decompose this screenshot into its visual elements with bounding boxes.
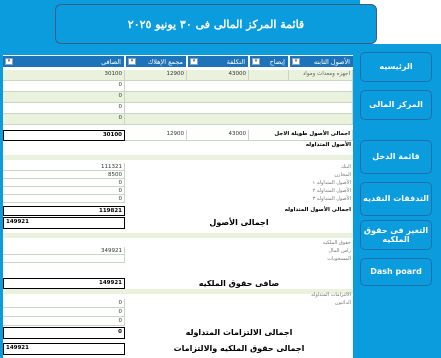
asset-header-label: الأصول الثابته: [313, 58, 350, 66]
dropdown-icon[interactable]: ▾: [128, 58, 136, 65]
table-row: 30100 12900 43000 اجهزه ومعدات ومواد: [3, 70, 353, 81]
list-item: 8500 المخازن: [3, 171, 353, 179]
long-term-acc-cell[interactable]: 12900: [125, 130, 187, 141]
page-title: قائمة المركز المالى فى ٣٠ يونيو ٢٠٢٥: [55, 4, 377, 44]
empty-cell[interactable]: [125, 81, 353, 92]
list-item: 0: [3, 308, 353, 317]
list-item: 0 الأصول المتداوله ٢: [3, 187, 353, 195]
section-band: [3, 233, 353, 238]
current-assets-heading: الأصول المتداوله: [305, 142, 351, 148]
current-total-row: 119821 اجمالى الأصول المتداوله: [3, 206, 353, 216]
grand-total-value[interactable]: 149921: [3, 343, 125, 355]
liability-value[interactable]: 0: [3, 299, 125, 308]
table-row: 0: [3, 81, 353, 92]
assets-total-value[interactable]: 149921: [3, 217, 125, 229]
grand-total-label: اجمالى حقوق الملكيه والالتزامات: [173, 344, 305, 353]
dropdown-icon[interactable]: ▾: [5, 58, 13, 65]
nav-cash-flow-button[interactable]: التدفقات النقديه: [360, 182, 432, 216]
equity-label: المسحوبات: [327, 256, 351, 262]
net-header[interactable]: الصافى ▾: [3, 56, 124, 67]
current-asset-label: المخازن: [334, 172, 351, 178]
current-assets-heading-row: الأصول المتداوله: [3, 141, 353, 150]
long-term-total-row: 30100 12900 43000 اجمالى الأصول طويلة ال…: [3, 130, 353, 141]
liability-value[interactable]: 0: [3, 317, 125, 326]
current-asset-value[interactable]: 0: [3, 187, 125, 195]
acc-dep-header[interactable]: مجمع الإهلاك ▾: [126, 56, 186, 67]
list-item: 111321 البنك: [3, 163, 353, 171]
liability-value[interactable]: 0: [3, 308, 125, 317]
header-row: الصافى ▾ مجمع الإهلاك ▾ التكلفة ▾ إيضاح …: [3, 55, 353, 68]
net-cell[interactable]: 30100: [3, 70, 125, 81]
empty-cell[interactable]: [125, 92, 353, 103]
assets-total-label: اجمالى الأصول: [209, 218, 269, 227]
assets-total-row: 149921 اجمالى الأصول: [3, 217, 353, 229]
equity-net-value[interactable]: 149921: [3, 278, 125, 289]
equity-net-label: صافى حقوق الملكيه: [198, 279, 280, 288]
current-total-value[interactable]: 119821: [3, 206, 125, 216]
nav-balance-sheet-button[interactable]: المركز المالى: [360, 90, 432, 120]
table-row: 0: [3, 103, 353, 114]
spreadsheet: الصافى ▾ مجمع الإهلاك ▾ التكلفة ▾ إيضاح …: [3, 55, 353, 358]
nav-equity-changes-button[interactable]: التغير فى حقوق الملكيه: [360, 220, 432, 250]
equity-heading-row: حقوق الملكيه: [3, 239, 353, 247]
current-total-label: اجمالى الأصول المتداوله: [284, 207, 351, 213]
liabilities-total-value[interactable]: 0: [3, 327, 125, 339]
list-item: 0: [3, 317, 353, 326]
list-item: المسحوبات: [3, 255, 353, 263]
long-term-total-label: اجمالى الأصول طويلة الاجل: [249, 130, 353, 141]
current-asset-label: الأصول المتداوله ٢: [312, 188, 351, 194]
equity-value[interactable]: [3, 255, 125, 263]
empty-cell[interactable]: [125, 103, 353, 114]
section-band: [3, 155, 353, 160]
current-asset-label: البنك: [340, 164, 351, 170]
asset-header[interactable]: الأصول الثابته ▾: [290, 56, 353, 67]
equity-value[interactable]: 349921: [3, 247, 125, 255]
list-item: 0 الأصول المتداوله ١: [3, 179, 353, 187]
net-cell[interactable]: 0: [3, 81, 125, 92]
grand-total-row: 149921 اجمالى حقوق الملكيه والالتزامات: [3, 343, 353, 355]
liabilities-total-row: 0 اجمالى الالتزامات المتداوله: [3, 327, 353, 339]
cost-header-label: التكلفة: [226, 58, 245, 66]
long-term-net-cell[interactable]: 30100: [3, 130, 125, 141]
list-item: 349921 راس المال: [3, 247, 353, 255]
long-term-cost-cell[interactable]: 43000: [187, 130, 249, 141]
note-header-label: إيضاح: [269, 58, 285, 66]
dropdown-icon[interactable]: ▾: [292, 58, 300, 65]
dropdown-icon[interactable]: ▾: [190, 58, 198, 65]
nav-home-button[interactable]: الرئيسيه: [360, 52, 432, 82]
liability-label: الدائنون: [334, 300, 351, 306]
asset-name-cell[interactable]: اجهزه ومعدات ومواد: [289, 70, 353, 81]
note-cell[interactable]: [249, 70, 289, 81]
net-cell[interactable]: 0: [3, 103, 125, 114]
list-item: 0 الدائنون: [3, 299, 353, 308]
current-asset-value[interactable]: 111321: [3, 163, 125, 171]
liabilities-total-label: اجمالى الالتزامات المتداوله: [185, 328, 293, 337]
current-asset-label: الأصول المتداوله ١: [312, 180, 351, 186]
current-asset-value[interactable]: 8500: [3, 171, 125, 179]
table-row: 0: [3, 92, 353, 103]
equity-heading: حقوق الملكيه: [322, 240, 351, 246]
net-cell[interactable]: 0: [3, 92, 125, 103]
liabilities-heading: الالتزامات المتداوله: [311, 292, 351, 298]
empty-cell[interactable]: [125, 114, 353, 125]
dropdown-icon[interactable]: ▾: [252, 58, 260, 65]
acc-cell[interactable]: 12900: [125, 70, 187, 81]
current-asset-value[interactable]: 0: [3, 179, 125, 187]
cost-header[interactable]: التكلفة ▾: [188, 56, 248, 67]
nav-dashboard-button[interactable]: Dash poard: [360, 258, 432, 286]
table-row: 0: [3, 114, 353, 125]
note-header[interactable]: إيضاح ▾: [250, 56, 288, 67]
acc-dep-header-label: مجمع الإهلاك: [147, 58, 183, 66]
liabilities-heading-row: الالتزامات المتداوله: [3, 291, 353, 299]
cost-cell[interactable]: 43000: [187, 70, 249, 81]
current-asset-label: الأصول المتداوله ٣: [312, 196, 351, 202]
current-asset-value[interactable]: 0: [3, 195, 125, 203]
equity-label: راس المال: [328, 248, 351, 254]
equity-net-row: 149921 صافى حقوق الملكيه: [3, 278, 353, 289]
net-header-label: الصافى: [101, 58, 121, 66]
nav-income-statement-button[interactable]: قائمة الدخل: [360, 140, 432, 174]
list-item: 0 الأصول المتداوله ٣: [3, 195, 353, 203]
net-cell[interactable]: 0: [3, 114, 125, 125]
